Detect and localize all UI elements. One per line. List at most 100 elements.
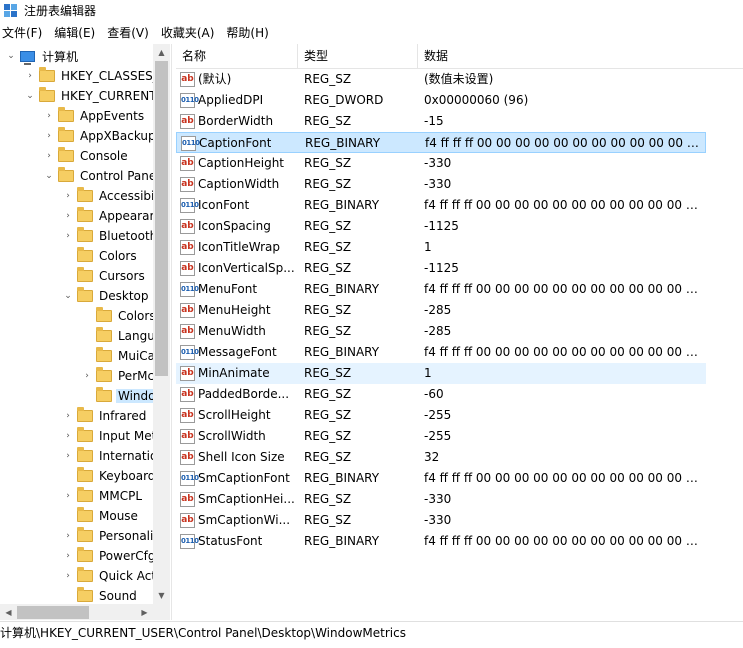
chevron-right-icon[interactable]: ›: [44, 111, 54, 121]
value-row[interactable]: ab ScrollHeight REG_SZ -255: [176, 405, 706, 426]
tree-node[interactable]: Mouse: [63, 506, 140, 526]
tree-node[interactable]: ⌄ Desktop: [63, 286, 151, 306]
menu-favorites[interactable]: 收藏夹(A): [157, 24, 219, 41]
chevron-right-icon[interactable]: ›: [63, 451, 73, 461]
value-row[interactable]: ab IconSpacing REG_SZ -1125: [176, 216, 706, 237]
tree-node[interactable]: Windo: [82, 386, 153, 406]
value-row[interactable]: ab MinAnimate REG_SZ 1: [176, 363, 706, 384]
value-row[interactable]: ab MenuWidth REG_SZ -285: [176, 321, 706, 342]
tree-vertical-scroll-thumb[interactable]: [155, 61, 168, 376]
tree-node[interactable]: ⌄ 计算机: [6, 46, 80, 66]
tree-node[interactable]: › Internatio: [63, 446, 153, 466]
chevron-right-icon[interactable]: ›: [63, 551, 73, 561]
string-value-icon: ab: [180, 177, 195, 192]
tree-node[interactable]: › Quick Act: [63, 566, 153, 586]
key-tree-pane[interactable]: ⌄ 计算机 › HKEY_CLASSES_I ⌄ HKEY_CURRENT › AppEven…: [0, 44, 172, 620]
value-row[interactable]: ab Shell Icon Size REG_SZ 32: [176, 447, 706, 468]
folder-icon: [96, 387, 112, 402]
value-data: f4 ff ff ff 00 00 00 00 00 00 00 00 00 0…: [424, 471, 704, 485]
value-row[interactable]: ab IconTitleWrap REG_SZ 1: [176, 237, 706, 258]
value-row[interactable]: 0110 AppliedDPI REG_DWORD 0x00000060 (96): [176, 90, 706, 111]
value-type: REG_SZ: [304, 261, 352, 275]
chevron-down-icon[interactable]: ⌄: [44, 171, 54, 181]
tree-node[interactable]: › AppEvents: [44, 106, 146, 126]
value-row[interactable]: ab CaptionWidth REG_SZ -330: [176, 174, 706, 195]
value-row[interactable]: 0110 SmCaptionFont REG_BINARY f4 ff ff ff 0…: [176, 468, 706, 489]
scroll-left-arrow-icon[interactable]: ◀: [0, 604, 17, 620]
tree-node[interactable]: MuiCa: [82, 346, 153, 366]
tree-node[interactable]: › Accessibil: [63, 186, 153, 206]
value-row[interactable]: 0110 IconFont REG_BINARY f4 ff ff ff 00 00 …: [176, 195, 706, 216]
column-header-data[interactable]: 数据: [418, 44, 743, 68]
value-row[interactable]: 0110 MessageFont REG_BINARY f4 ff ff ff 00 …: [176, 342, 706, 363]
value-row[interactable]: ab CaptionHeight REG_SZ -330: [176, 153, 706, 174]
tree-node[interactable]: ⌄ Control Pane: [44, 166, 153, 186]
chevron-right-icon[interactable]: ›: [82, 371, 92, 381]
value-row[interactable]: ab PaddedBorde... REG_SZ -60: [176, 384, 706, 405]
chevron-down-icon[interactable]: ⌄: [25, 91, 35, 101]
value-row[interactable]: ab SmCaptionWi... REG_SZ -330: [176, 510, 706, 531]
value-name-cell: ab IconVerticalSp...: [180, 258, 296, 279]
value-row[interactable]: ab SmCaptionHei... REG_SZ -330: [176, 489, 706, 510]
menu-file[interactable]: 文件(F): [0, 24, 46, 41]
chevron-right-icon[interactable]: ›: [25, 71, 35, 81]
tree-vertical-scrollbar[interactable]: ▲ ▼: [153, 44, 170, 604]
tree-node[interactable]: Cursors: [63, 266, 147, 286]
value-type: REG_SZ: [304, 408, 352, 422]
value-row[interactable]: 0110 StatusFont REG_BINARY f4 ff ff ff 00 0…: [176, 531, 706, 552]
chevron-right-icon[interactable]: ›: [44, 131, 54, 141]
value-row[interactable]: ab ScrollWidth REG_SZ -255: [176, 426, 706, 447]
value-name: ScrollWidth: [198, 429, 266, 443]
chevron-right-icon[interactable]: ›: [63, 231, 73, 241]
chevron-right-icon[interactable]: ›: [44, 151, 54, 161]
tree-node[interactable]: › Input Met: [63, 426, 153, 446]
tree-node[interactable]: › AppXBackup: [44, 126, 153, 146]
tree-node[interactable]: Keyboard: [63, 466, 153, 486]
tree-node[interactable]: › Infrared: [63, 406, 148, 426]
value-row[interactable]: ab MenuHeight REG_SZ -285: [176, 300, 706, 321]
string-value-icon: ab: [180, 219, 195, 234]
chevron-down-icon[interactable]: ⌄: [63, 291, 73, 301]
chevron-right-icon[interactable]: ›: [63, 211, 73, 221]
tree-node[interactable]: › MMCPL: [63, 486, 144, 506]
chevron-right-icon[interactable]: ›: [63, 571, 73, 581]
chevron-right-icon[interactable]: ›: [63, 491, 73, 501]
tree-node[interactable]: Colors: [82, 306, 153, 326]
tree-node[interactable]: › Bluetooth: [63, 226, 153, 246]
tree-node[interactable]: › PerMc: [82, 366, 153, 386]
chevron-right-icon[interactable]: ›: [63, 431, 73, 441]
scroll-right-arrow-icon[interactable]: ▶: [136, 604, 153, 620]
chevron-right-icon[interactable]: ›: [63, 191, 73, 201]
chevron-right-icon[interactable]: ›: [63, 411, 73, 421]
column-header-type[interactable]: 类型: [298, 44, 418, 68]
tree-node[interactable]: › Personali:: [63, 526, 153, 546]
column-header-name[interactable]: 名称: [176, 44, 298, 68]
menu-edit[interactable]: 编辑(E): [50, 24, 99, 41]
tree-node-label: HKEY_CURRENT: [61, 89, 153, 103]
menu-view[interactable]: 查看(V): [103, 24, 153, 41]
tree-node[interactable]: Langu: [82, 326, 153, 346]
menu-help[interactable]: 帮助(H): [222, 24, 272, 41]
tree-node[interactable]: ⌄ HKEY_CURRENT: [25, 86, 153, 106]
tree-node[interactable]: › Console: [44, 146, 130, 166]
value-row[interactable]: ab IconVerticalSp... REG_SZ -1125: [176, 258, 706, 279]
value-row[interactable]: 0110 CaptionFont REG_BINARY f4 ff ff ff 00 …: [176, 132, 706, 153]
tree-node[interactable]: › HKEY_CLASSES_I: [25, 66, 153, 86]
folder-icon: [77, 207, 93, 222]
value-row[interactable]: ab BorderWidth REG_SZ -15: [176, 111, 706, 132]
string-value-icon: ab: [180, 366, 195, 381]
scroll-up-arrow-icon[interactable]: ▲: [153, 44, 170, 61]
tree-node[interactable]: Sound: [63, 586, 139, 604]
scroll-down-arrow-icon[interactable]: ▼: [153, 587, 170, 604]
tree-horizontal-scroll-thumb[interactable]: [17, 606, 89, 619]
value-list-pane[interactable]: 名称 类型 数据 ab (默认) REG_SZ (数值未设置) 0110 AppliedD…: [176, 44, 743, 620]
tree-node[interactable]: Colors: [63, 246, 139, 266]
value-row[interactable]: 0110 MenuFont REG_BINARY f4 ff ff ff 00 00 …: [176, 279, 706, 300]
tree-horizontal-scrollbar[interactable]: ◀ ▶: [0, 604, 170, 620]
value-row[interactable]: ab (默认) REG_SZ (数值未设置): [176, 69, 706, 90]
chevron-right-icon[interactable]: ›: [63, 531, 73, 541]
folder-icon: [58, 107, 74, 122]
tree-node[interactable]: › PowerCfg: [63, 546, 153, 566]
chevron-down-icon[interactable]: ⌄: [6, 51, 16, 61]
tree-node[interactable]: › Appearar: [63, 206, 153, 226]
